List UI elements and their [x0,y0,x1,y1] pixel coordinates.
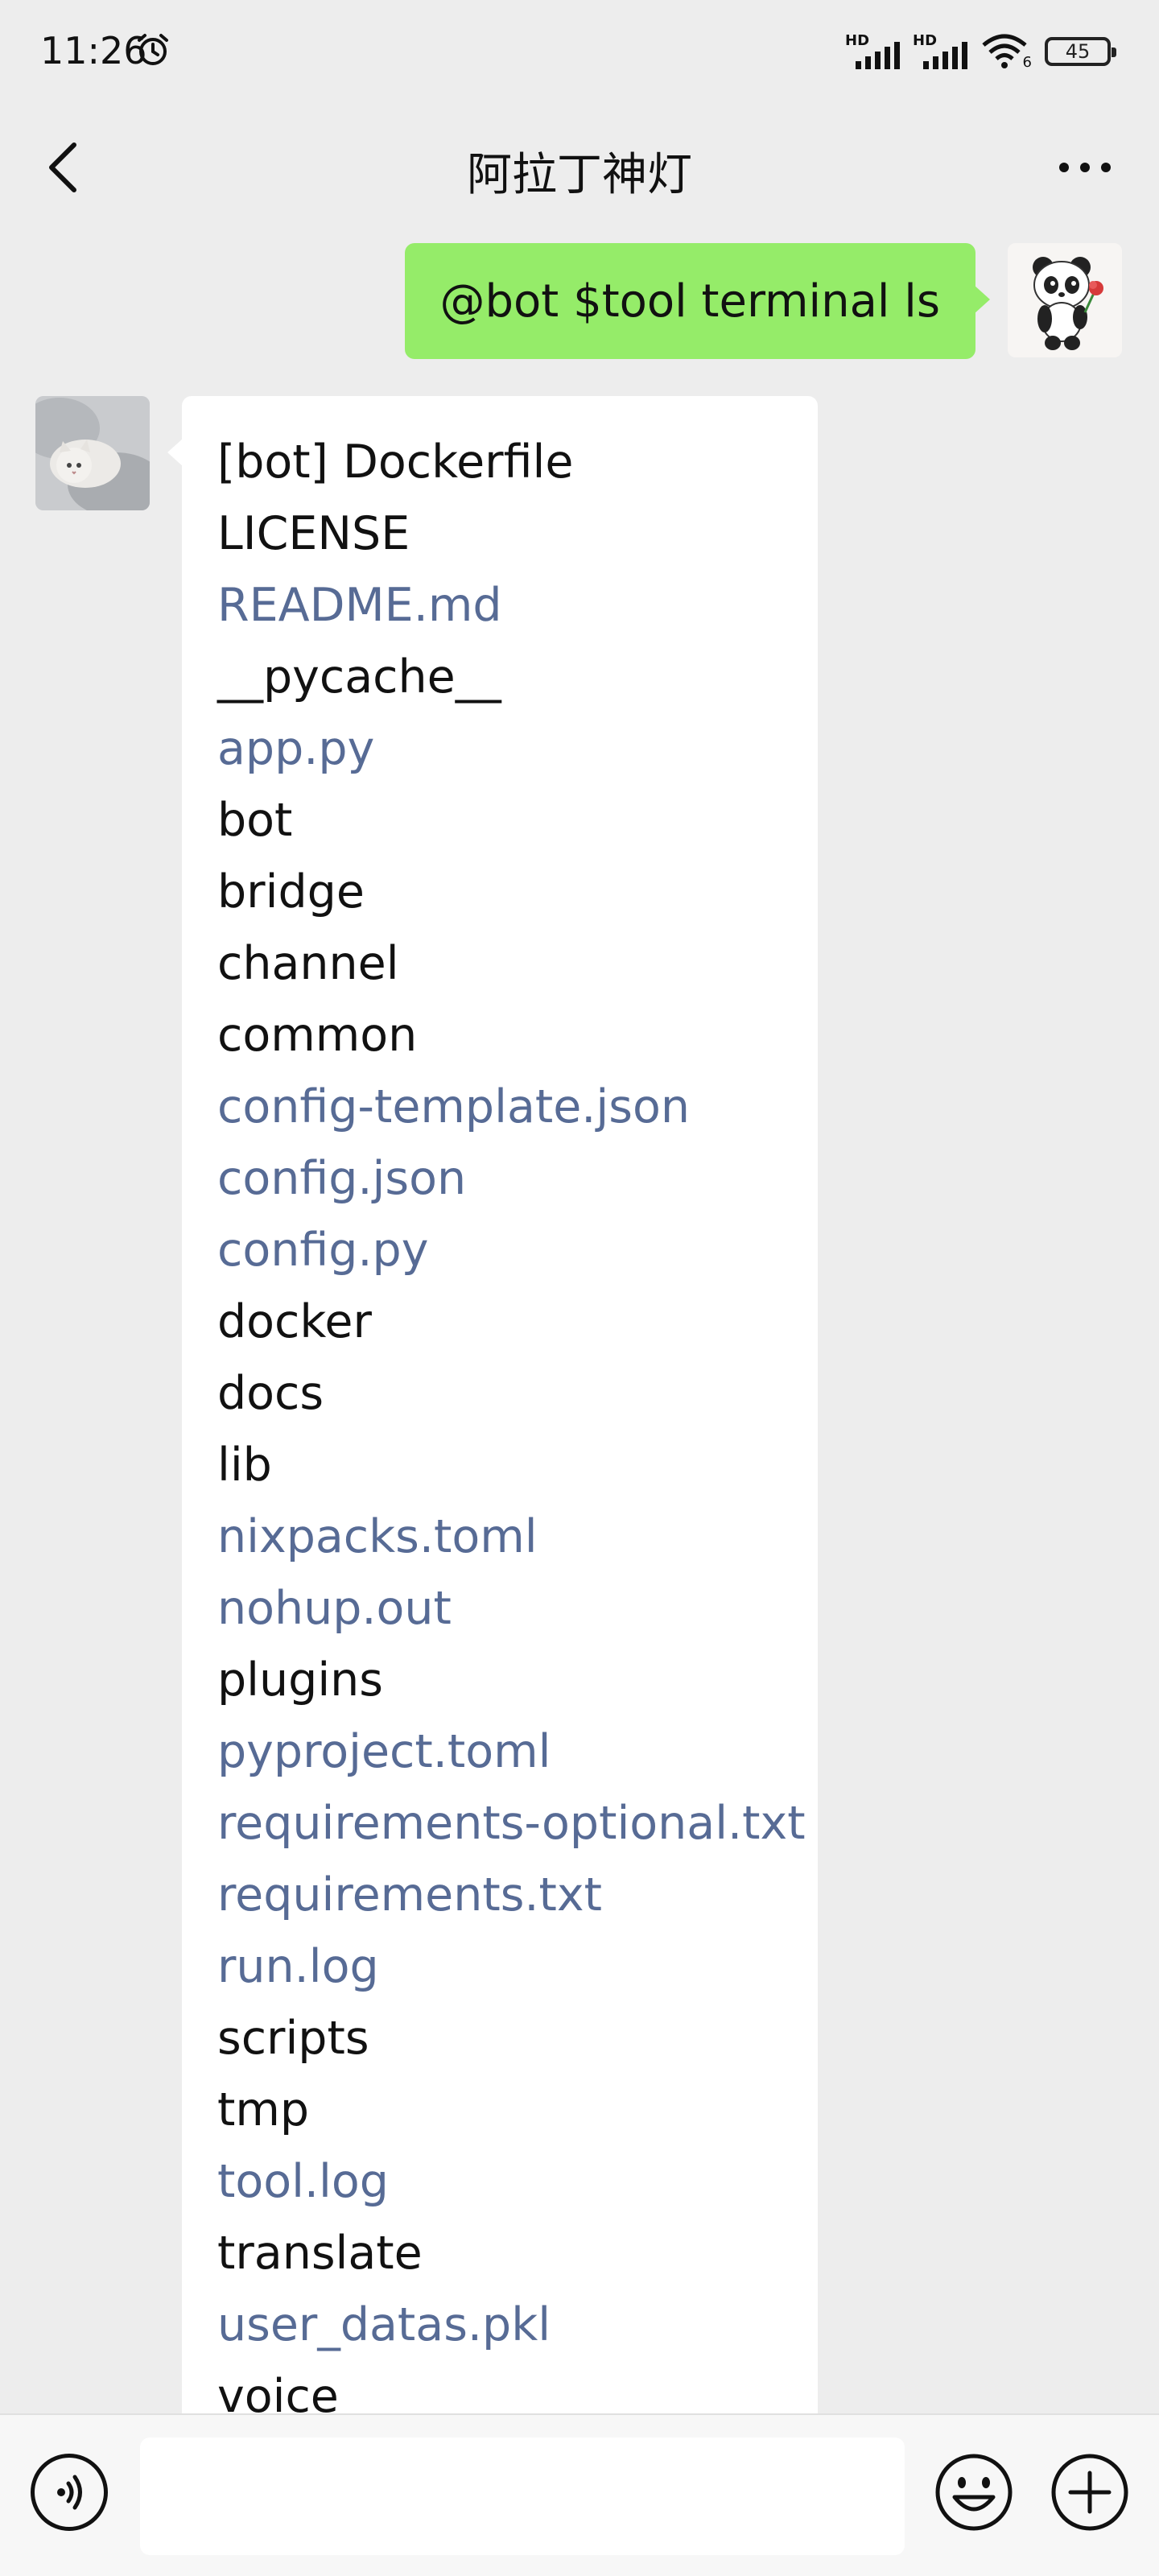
status-bar: 11:26 HD HD 6 45 [0,0,1159,103]
plus-icon[interactable] [1050,2452,1130,2533]
signal-icon: HD [913,32,967,71]
list-item: translate [217,2227,423,2280]
list-item: scripts [217,2012,369,2065]
list-item: bot [217,794,293,847]
list-item: LICENSE [217,507,410,560]
file-link[interactable]: nohup.out [217,1573,782,1645]
status-time: 11:26 [40,29,147,72]
panda-avatar-icon [1008,243,1122,357]
file-link[interactable]: tool.log [217,2146,782,2218]
message-input[interactable] [140,2438,905,2555]
list-item: docs [217,1367,324,1420]
incoming-message-bubble[interactable]: [bot] Dockerfile LICENSE README.md __pyc… [167,396,818,2413]
emoji-icon[interactable] [934,2452,1014,2533]
battery-level: 45 [1065,40,1091,63]
file-link[interactable]: nixpacks.toml [217,1501,782,1573]
chat-title: 阿拉丁神灯 [467,149,692,201]
outgoing-message-bubble[interactable]: @bot $tool terminal ls [404,243,990,359]
voice-icon[interactable] [31,2454,108,2531]
message-input-bar [0,2413,1159,2576]
file-link[interactable]: user_datas.pkl [217,2289,782,2361]
file-link[interactable]: README.md [217,570,782,642]
list-item: bridge [217,865,365,919]
more-dots-icon[interactable] [1046,142,1124,193]
list-item: plugins [217,1653,383,1707]
list-item: tmp [217,2083,310,2136]
battery-icon: 45 [1045,37,1116,66]
my-avatar[interactable] [1008,243,1122,357]
wifi-badge: 6 [1022,54,1032,71]
list-item: lib [217,1439,272,1492]
bot-avatar[interactable] [35,396,150,510]
list-item: __pycache__ [217,650,501,704]
signal-icon: HD [845,32,900,71]
list-item: [bot] Dockerfile [217,436,574,489]
list-item: docker [217,1295,372,1348]
status-indicators: HD HD 6 45 [845,32,1116,71]
file-link[interactable]: app.py [217,713,782,785]
file-link[interactable]: requirements.txt [217,1860,782,1931]
list-item: common [217,1009,418,1062]
list-item: channel [217,937,399,990]
terminal-output-list: [bot] Dockerfile LICENSE README.md __pyc… [217,427,806,2413]
file-link[interactable]: config-template.json [217,1071,782,1143]
cat-avatar-icon [35,396,150,510]
wifi-icon: 6 [980,32,1032,71]
chat-message-list[interactable]: @bot $tool terminal ls [bot] Dockerfile … [0,232,1159,2413]
file-link[interactable]: config.json [217,1143,782,1215]
alarm-icon [138,34,168,65]
outgoing-message-text: @bot $tool terminal ls [439,275,941,328]
file-link[interactable]: pyproject.toml [217,1716,782,1788]
file-link[interactable]: config.py [217,1215,782,1286]
file-link[interactable]: requirements-optional.txt [217,1788,806,1860]
file-link[interactable]: run.log [217,1931,782,2003]
list-item: voice [217,2370,339,2413]
chat-header: 阿拉丁神灯 [0,103,1159,232]
